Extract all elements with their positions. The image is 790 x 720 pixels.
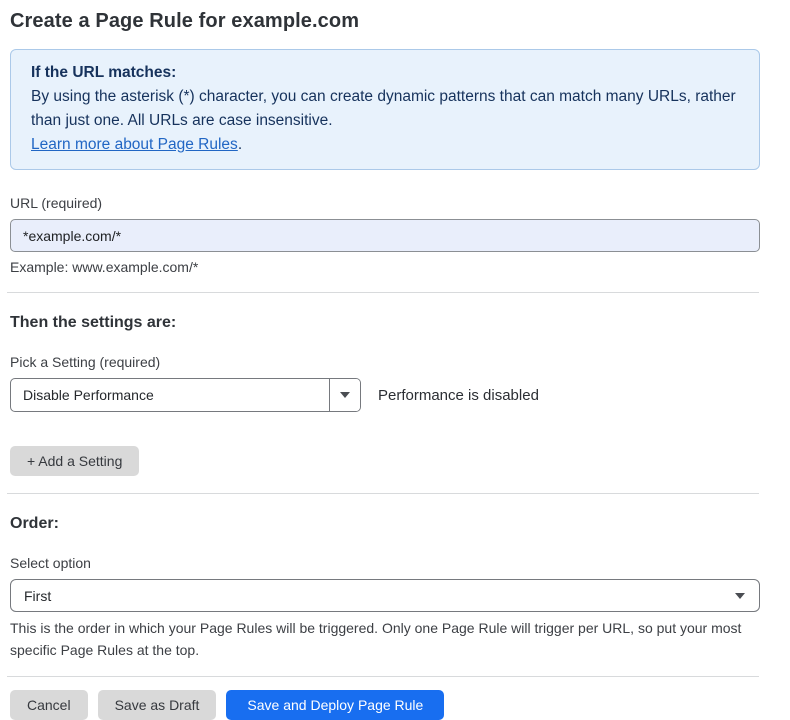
order-select-value: First	[11, 588, 735, 604]
save-draft-button[interactable]: Save as Draft	[98, 690, 217, 720]
info-box-heading: If the URL matches:	[31, 61, 739, 85]
pick-setting-label: Pick a Setting (required)	[10, 354, 760, 370]
order-select-label: Select option	[10, 555, 760, 571]
url-example-hint: Example: www.example.com/*	[10, 259, 760, 275]
info-box-body: By using the asterisk (*) character, you…	[31, 85, 739, 133]
cancel-button[interactable]: Cancel	[10, 690, 88, 720]
url-label: URL (required)	[10, 195, 760, 211]
divider	[7, 676, 759, 677]
setting-select[interactable]: Disable Performance	[10, 378, 361, 412]
order-select[interactable]: First	[10, 579, 760, 612]
order-help-text: This is the order in which your Page Rul…	[10, 617, 756, 661]
setting-select-arrow-button[interactable]	[329, 379, 360, 411]
page-title: Create a Page Rule for example.com	[10, 10, 760, 33]
divider	[7, 292, 759, 293]
footer-actions: Cancel Save as Draft Save and Deploy Pag…	[10, 690, 760, 720]
form-content: Create a Page Rule for example.com If th…	[10, 10, 760, 720]
info-box-link-line: Learn more about Page Rules.	[31, 133, 739, 157]
chevron-down-icon	[340, 392, 350, 398]
order-heading: Order:	[10, 515, 760, 533]
add-setting-button[interactable]: + Add a Setting	[10, 446, 139, 476]
url-input[interactable]	[10, 219, 760, 252]
divider	[7, 493, 759, 494]
save-deploy-button[interactable]: Save and Deploy Page Rule	[226, 690, 444, 720]
chevron-down-icon	[735, 593, 745, 599]
setting-select-value: Disable Performance	[11, 379, 329, 411]
link-period: .	[238, 136, 242, 153]
learn-more-link[interactable]: Learn more about Page Rules	[31, 136, 238, 153]
create-page-rule-page: Create a Page Rule for example.com If th…	[0, 0, 790, 714]
url-match-info-box: If the URL matches: By using the asteris…	[10, 49, 760, 170]
setting-row: Disable Performance Performance is disab…	[10, 378, 760, 412]
settings-heading: Then the settings are:	[10, 314, 760, 332]
setting-status-text: Performance is disabled	[378, 387, 539, 404]
